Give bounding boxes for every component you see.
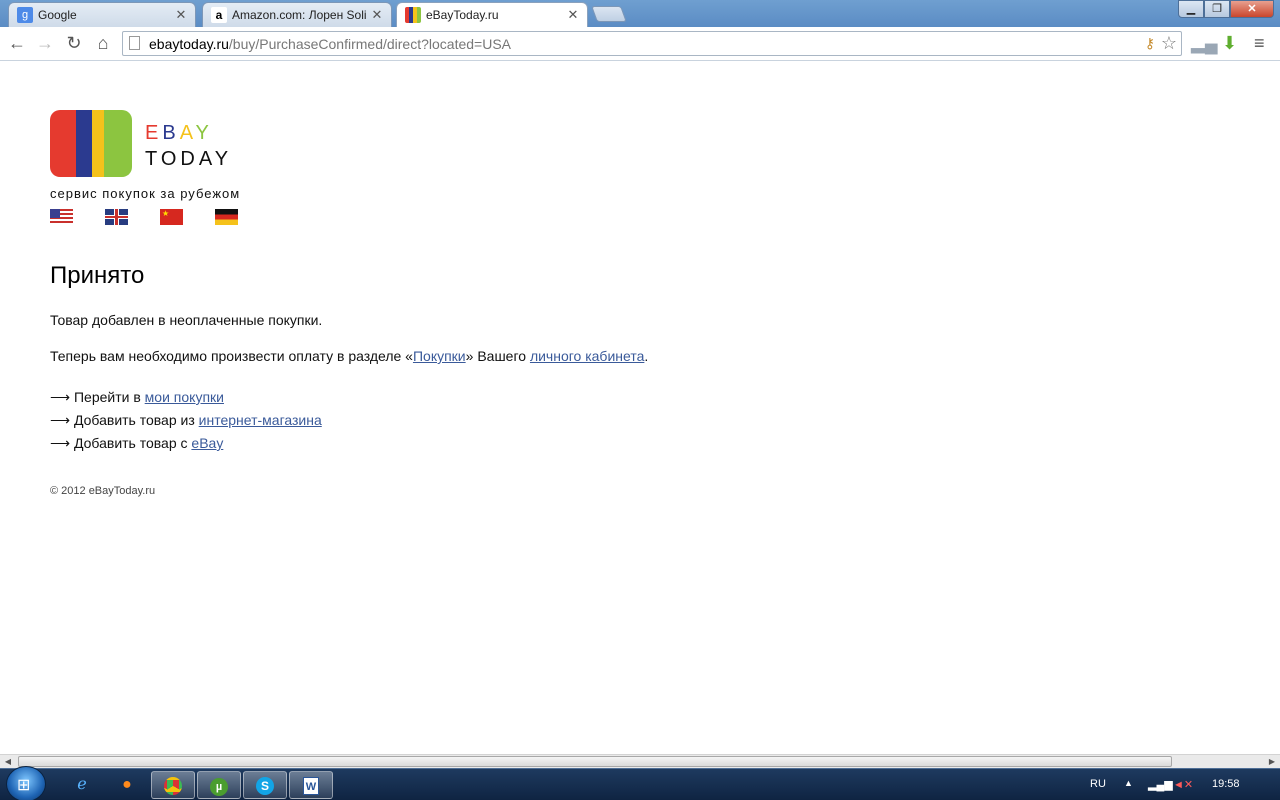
arrow-icon: ⟶ — [50, 389, 71, 405]
copyright: © 2012 eBayToday.ru — [50, 485, 156, 497]
start-button[interactable]: ⊞ — [6, 766, 46, 800]
system-tray: RU ▲ ▂▄▆ ◄✕ 19:58 — [1080, 769, 1280, 800]
windows-taskbar: ⊞ ℯ ● µ S W RU ▲ ▂▄▆ ◄✕ 19:58 — [0, 766, 1280, 800]
logo-line-today: TODAY — [145, 148, 233, 170]
tab-title: Google — [38, 8, 77, 22]
action-links: ⟶ Перейти в мои покупки ⟶ Добавить товар… — [50, 386, 322, 455]
reload-icon[interactable]: ↻ — [63, 32, 85, 54]
close-window-button[interactable]: ✕ — [1230, 0, 1274, 18]
arrow-icon: ⟶ — [50, 412, 71, 428]
tab-ebaytoday[interactable]: eBayToday.ru ✕ — [396, 2, 588, 27]
firefox-icon[interactable]: ● — [105, 771, 149, 799]
amazon-favicon-icon: a — [211, 7, 227, 23]
germany-flag-icon[interactable] — [215, 209, 238, 225]
tagline: сервис покупок за рубежом — [50, 186, 241, 201]
added-message: Товар добавлен в неоплаченные покупки. — [50, 312, 323, 328]
us-flag-icon[interactable] — [50, 209, 73, 225]
close-tab-icon[interactable]: ✕ — [175, 7, 187, 23]
logo-letter: Y — [195, 122, 213, 144]
scrollbar-thumb[interactable] — [18, 756, 1172, 767]
list-item: ⟶ Перейти в мои покупки — [50, 389, 224, 405]
volume-muted-icon[interactable]: ◄✕ — [1173, 778, 1193, 791]
forward-arrow-icon[interactable]: → — [34, 32, 56, 54]
horizontal-scrollbar[interactable]: ◀ ▶ — [0, 754, 1280, 768]
bookmark-star-icon[interactable]: ☆ — [1161, 33, 1177, 54]
ebaytoday-logo-icon[interactable] — [50, 110, 132, 177]
list-item: ⟶ Добавить товар с eBay — [50, 435, 224, 451]
scroll-left-icon[interactable]: ◀ — [0, 755, 16, 768]
tab-google[interactable]: g Google ✕ — [8, 2, 196, 27]
scroll-right-icon[interactable]: ▶ — [1264, 755, 1280, 768]
clock[interactable]: 19:58 — [1212, 778, 1240, 790]
china-flag-icon[interactable]: ★ — [160, 209, 183, 225]
skype-icon[interactable]: S — [243, 771, 287, 799]
close-tab-icon[interactable]: ✕ — [567, 7, 579, 23]
uk-flag-icon[interactable] — [105, 209, 128, 225]
browser-toolbar: ← → ↻ ⌂ ebaytoday.ru/buy/PurchaseConfirm… — [0, 27, 1280, 61]
personal-account-link[interactable]: личного кабинета — [530, 348, 644, 364]
chrome-icon[interactable] — [151, 771, 195, 799]
google-favicon-icon: g — [17, 7, 33, 23]
logo-letter: E — [145, 122, 163, 144]
arrow-icon: ⟶ — [50, 435, 71, 451]
logo-line-ebay: EBAY — [145, 120, 232, 146]
wrench-menu-icon[interactable]: ≡ — [1254, 33, 1265, 54]
tab-title: eBayToday.ru — [426, 8, 499, 22]
close-tab-icon[interactable]: ✕ — [371, 7, 383, 23]
ebaytoday-favicon-icon — [405, 7, 421, 23]
list-item: ⟶ Добавить товар из интернет-магазина — [50, 412, 322, 428]
logo-letter: A — [179, 122, 196, 144]
tab-title: Amazon.com: Лорен Soli — [232, 8, 367, 22]
url-text[interactable]: ebaytoday.ru/buy/PurchaseConfirmed/direc… — [149, 36, 511, 52]
ebay-link[interactable]: eBay — [191, 435, 223, 451]
language-indicator[interactable]: RU — [1090, 778, 1106, 790]
online-store-link[interactable]: интернет-магазина — [199, 412, 322, 428]
minimize-button[interactable]: ▁ — [1178, 0, 1204, 18]
network-signal-icon[interactable]: ▂▄▆ — [1148, 778, 1173, 791]
home-icon[interactable]: ⌂ — [92, 32, 114, 54]
show-hidden-icons-icon[interactable]: ▲ — [1124, 778, 1133, 788]
back-arrow-icon[interactable]: ← — [6, 32, 28, 54]
windows-logo-icon: ⊞ — [17, 777, 31, 794]
country-flags: ★ — [50, 209, 270, 225]
window-controls: ▁ ❐ ✕ — [1178, 0, 1274, 18]
logo-wordmark[interactable]: EBAY TODAY — [145, 120, 232, 172]
signal-bars-extension-icon[interactable]: ▂▄ — [1191, 33, 1218, 54]
payment-instruction: Теперь вам необходимо произвести оплату … — [50, 348, 649, 364]
maximize-button[interactable]: ❐ — [1204, 0, 1230, 18]
download-extension-icon[interactable]: ⬇ — [1222, 33, 1237, 54]
my-purchases-link[interactable]: мои покупки — [145, 389, 224, 405]
key-icon[interactable]: ⚷ — [1145, 35, 1155, 52]
tab-amazon[interactable]: a Amazon.com: Лорен Soli ✕ — [202, 2, 392, 27]
new-tab-button[interactable] — [591, 6, 627, 22]
browser-tab-bar: g Google ✕ a Amazon.com: Лорен Soli ✕ eB… — [0, 0, 1280, 27]
page-title: Принято — [50, 262, 145, 289]
logo-letter: B — [162, 122, 180, 144]
internet-explorer-icon[interactable]: ℯ — [60, 771, 104, 799]
utorrent-icon[interactable]: µ — [197, 771, 241, 799]
address-bar[interactable]: ebaytoday.ru/buy/PurchaseConfirmed/direc… — [122, 31, 1182, 56]
page-icon — [129, 36, 140, 50]
word-icon[interactable]: W — [289, 771, 333, 799]
purchases-section-link[interactable]: Покупки — [413, 348, 466, 364]
